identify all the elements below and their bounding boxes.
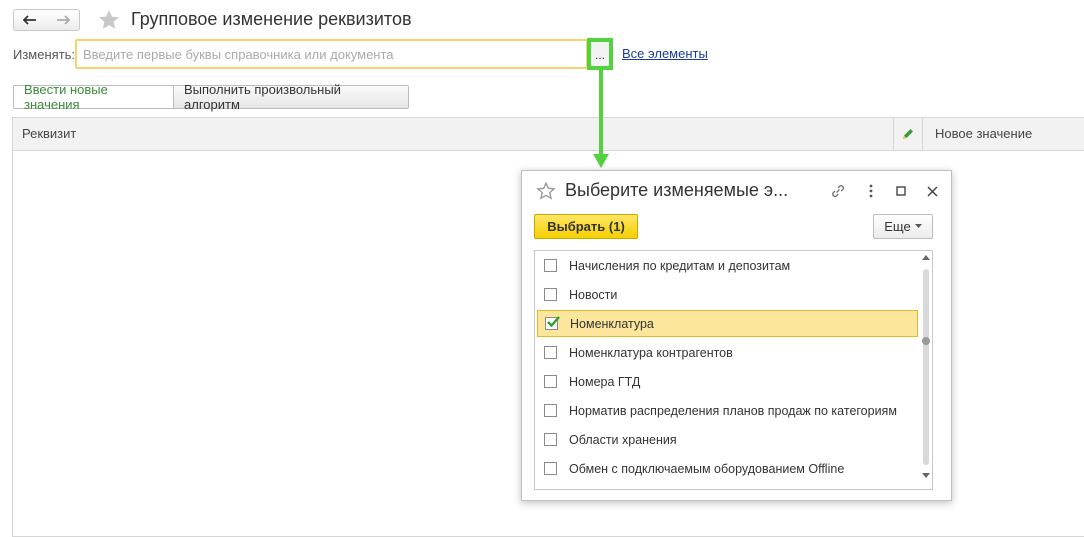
chevron-down-icon (914, 224, 922, 228)
maximize-icon (896, 186, 906, 196)
tab-new-values[interactable]: Ввести новые значения (13, 82, 174, 112)
checkbox-checked[interactable] (545, 316, 560, 330)
dialog-title: Выберите изменяемые э... (565, 180, 789, 200)
change-label: Изменять: (13, 47, 76, 62)
tab-custom-algorithm[interactable]: Выполнить произвольный алгоритм (173, 82, 409, 112)
list-item-label: Области хранения (569, 432, 677, 447)
maximize-button[interactable] (892, 182, 910, 200)
scroll-up-icon[interactable] (922, 255, 930, 260)
scroll-down-icon[interactable] (922, 473, 930, 478)
list-item[interactable]: Новости (537, 281, 918, 308)
list-item-label: Новости (569, 287, 618, 302)
checkbox[interactable] (544, 404, 557, 417)
list-item-label: Номенклатура контрагентов (569, 345, 733, 360)
select-object-button[interactable]: ... (587, 38, 613, 70)
page-title: Групповое изменение реквизитов (131, 9, 412, 29)
list-item[interactable]: Номера ГТД (537, 368, 918, 395)
checkbox[interactable] (544, 259, 557, 272)
list-item-label: Норматив распределения планов продаж по … (569, 403, 897, 418)
list-item[interactable]: Обмен с подключаемым оборудованием Offli… (537, 455, 918, 482)
list-item[interactable]: Области хранения (537, 426, 918, 453)
list-item[interactable]: Начисления по кредитам и депозитам (537, 252, 918, 279)
checkbox[interactable] (544, 288, 557, 301)
more-button[interactable]: Еще (873, 214, 933, 239)
vertical-dots-icon (869, 184, 873, 198)
list-item-label: Начисления по кредитам и депозитам (569, 258, 791, 273)
list-item-selected[interactable]: Номенклатура (537, 310, 918, 337)
scroll-thumb[interactable] (922, 337, 930, 345)
close-button[interactable] (923, 182, 941, 200)
all-elements-link[interactable]: Все элементы (622, 46, 708, 61)
column-header-attribute[interactable]: Реквизит (22, 126, 76, 141)
link-icon (832, 185, 845, 198)
checkbox[interactable] (544, 433, 557, 446)
star-icon[interactable] (97, 8, 121, 32)
more-button-label: Еще (884, 219, 911, 234)
column-header-edit[interactable] (893, 118, 923, 150)
column-header-new-value[interactable]: Новое значение (935, 126, 1032, 141)
forward-button[interactable] (46, 9, 80, 31)
checkbox[interactable] (544, 346, 557, 359)
select-elements-dialog: Выберите изменяемые э... Выбрать (1) Еще… (521, 170, 952, 501)
annotation-arrow-line (599, 70, 603, 156)
checkbox[interactable] (544, 375, 557, 388)
checkbox[interactable] (544, 462, 557, 475)
list-item-label: Обмен с подключаемым оборудованием Offli… (569, 461, 845, 476)
table-header: Реквизит Новое значение (13, 118, 1084, 151)
arrow-left-icon (23, 15, 36, 25)
pencil-icon (903, 129, 913, 139)
close-icon (926, 185, 938, 197)
object-type-input[interactable] (75, 39, 588, 69)
back-button[interactable] (13, 9, 47, 31)
link-button[interactable] (829, 182, 847, 200)
elements-list: Начисления по кредитам и депозитам Новос… (534, 250, 933, 490)
list-item-label: Номенклатура (570, 316, 654, 331)
more-actions-button[interactable] (862, 182, 880, 200)
star-outline-icon[interactable] (536, 181, 556, 201)
list-item[interactable]: Номенклатура контрагентов (537, 339, 918, 366)
annotation-arrow-head (593, 154, 609, 168)
choose-button[interactable]: Выбрать (1) (534, 214, 638, 239)
list-item[interactable]: Норматив распределения планов продаж по … (537, 397, 918, 424)
scroll-track[interactable] (923, 269, 929, 465)
list-item-label: Номера ГТД (569, 374, 641, 389)
arrow-right-icon (56, 15, 70, 25)
list-scrollbar[interactable] (920, 251, 932, 489)
checkmark-icon (547, 316, 560, 328)
